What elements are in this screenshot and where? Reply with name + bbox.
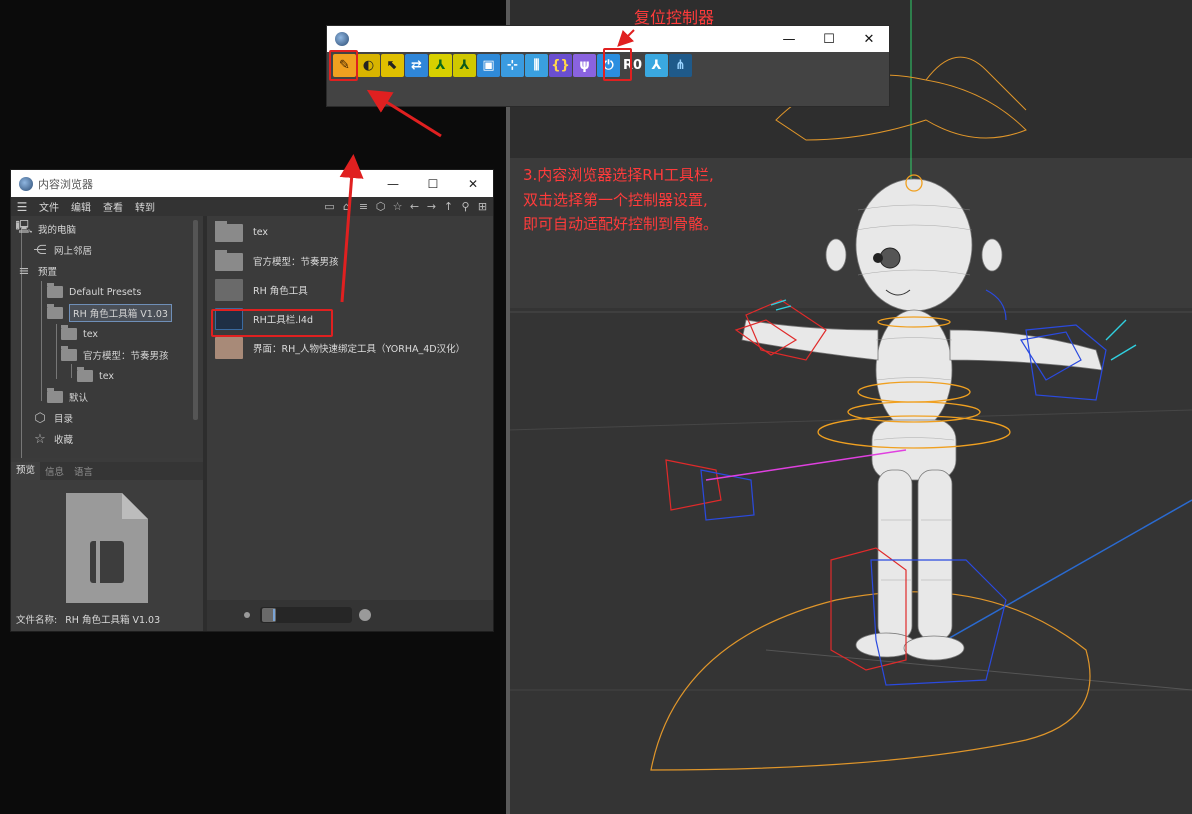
tab-preview[interactable]: 预览 (11, 462, 41, 480)
tree-item-presets[interactable]: ≡ 预置 (15, 261, 57, 281)
folder-icon (215, 250, 243, 271)
rh-transform-icon[interactable]: ⇄ (405, 54, 428, 77)
document-book-icon (66, 493, 148, 603)
close-button[interactable]: ✕ (453, 170, 493, 197)
network-icon: ⋲ (33, 242, 47, 258)
folder-icon (47, 388, 63, 403)
folder-icon (215, 221, 243, 242)
back-arrow-icon[interactable]: ← (407, 198, 422, 214)
list-item-rh-rigging-ui[interactable]: 界面：RH_人物快速绑定工具（YORHA_4D汉化） (207, 334, 487, 362)
screen: — ☐ ✕ ✎ ◐ ⬉ ⇄ ⅄ ⅄ ▣ ⊹ ⫼{} ψ ⏻ R0 ⅄ ⋔ 内容浏览器 — ☐ ✕ ☰ 文件… (0, 0, 1192, 814)
minimize-button[interactable]: — (373, 170, 413, 197)
folder-open-icon (61, 346, 77, 361)
menu-bar: ☰ 文件 编辑 查看 转到 ▭ ⌂ ≡ ⬡ ☆ ← → ↑ ⚲ ⊞ (11, 197, 493, 216)
menu-view[interactable]: 查看 (97, 199, 129, 214)
catalog-icon: ⬡ (34, 410, 46, 426)
thumbnail-size-slider[interactable] (260, 607, 352, 623)
rh-eye-icon[interactable]: ◐ (357, 54, 380, 77)
search-icon[interactable]: ⚲ (458, 198, 473, 214)
content-browser-window: 内容浏览器 — ☐ ✕ ☰ 文件 编辑 查看 转到 ▭ ⌂ ≡ ⬡ ☆ ← → … (11, 170, 493, 631)
rh-select-icon[interactable]: ⬉ (381, 54, 404, 77)
tree-item-tex-sub[interactable]: tex (77, 366, 114, 386)
maximize-button[interactable]: ☐ (413, 170, 453, 197)
highlight-rh-toolbar-file (211, 309, 333, 337)
collapse-icon[interactable]: ▭ (322, 198, 337, 214)
list-item-official-model[interactable]: 官方模型：节奏男孩 (207, 247, 487, 275)
tree-scrollbar[interactable] (193, 220, 198, 420)
list-item-tex[interactable]: tex (207, 218, 487, 246)
file-name-value: RH 角色工具箱 V1.03 (65, 615, 161, 626)
new-window-icon[interactable]: ⊞ (475, 198, 490, 214)
presets-icon: ≡ (18, 263, 30, 279)
file-list: tex 官方模型：节奏男孩 RH 角色工具 RH工具栏.l4d 界面：RH_人物… (207, 216, 493, 596)
image-thumbnail (215, 337, 243, 359)
tree-item-default-presets[interactable]: Default Presets (47, 282, 141, 302)
thumbnail-size-bar (207, 600, 493, 631)
highlight-reset-controller-icon (603, 48, 632, 81)
viewport-divider[interactable] (506, 0, 510, 814)
folder-icon (77, 367, 93, 382)
tree-item-rh-toolbox[interactable]: RH 角色工具箱 V1.03 (47, 303, 172, 323)
star-icon: ☆ (34, 431, 46, 447)
preview-tabs: 预览 信息 语言 (11, 462, 203, 480)
close-button[interactable]: ✕ (849, 26, 889, 52)
up-arrow-icon[interactable]: ↑ (441, 198, 456, 214)
content-browser-titlebar[interactable]: 内容浏览器 — ☐ ✕ (11, 170, 493, 197)
menu-goto[interactable]: 转到 (129, 199, 161, 214)
tree-item-default[interactable]: 默认 (47, 387, 88, 407)
file-name-line: 文件名称: RH 角色工具箱 V1.03 (16, 612, 160, 626)
rh-frame-icon[interactable]: ▣ (477, 54, 500, 77)
rh-brace-icon[interactable]: {} (549, 54, 572, 77)
character-rig-scene (506, 0, 1192, 771)
computer-icon: 🖳 (15, 220, 33, 235)
file-name-label: 文件名称: (16, 615, 58, 626)
tree-item-my-computer[interactable]: 🖳 我的电脑 (15, 219, 76, 239)
preview-panel: 文件名称: RH 角色工具箱 V1.03 (11, 480, 203, 631)
annotation-step3-line3: 即可自动适配好控制到骨骼。 (523, 215, 719, 233)
star-icon[interactable]: ☆ (390, 198, 405, 214)
file-thumbnail (215, 279, 243, 301)
rh-pose-icon[interactable]: ⅄ (645, 54, 668, 77)
cinema4d-app-icon (19, 177, 33, 191)
annotation-step3-line1: 3.内容浏览器选择RH工具栏, (523, 166, 714, 184)
cinema4d-app-icon (335, 32, 349, 46)
folder-open-icon (47, 304, 63, 319)
folder-tree: 🖳 我的电脑 ⋲ 网上邻居 ≡ 预置 Default Presets RH 角色… (11, 216, 203, 458)
rh-toolbar-icons: ✎ ◐ ⬉ ⇄ ⅄ ⅄ ▣ ⊹ ⫼{} ψ ⏻ R0 ⅄ ⋔ (333, 54, 692, 80)
tree-item-catalog[interactable]: ⬡ 目录 (31, 408, 73, 428)
rh-lungs-icon[interactable]: ψ (573, 54, 596, 77)
annotation-step3-line2: 双击选择第一个控制器设置, (523, 191, 708, 209)
tab-info[interactable]: 信息 (40, 464, 69, 478)
minimize-button[interactable]: — (769, 26, 809, 52)
tab-language[interactable]: 语言 (69, 464, 98, 478)
3d-viewport[interactable] (506, 0, 1192, 814)
window-title: 内容浏览器 (38, 178, 93, 191)
rh-figure2-icon[interactable]: ⅄ (453, 54, 476, 77)
large-size-icon[interactable] (359, 609, 371, 621)
folder-icon (61, 325, 77, 340)
hamburger-menu-icon[interactable]: ☰ (11, 200, 33, 214)
folder-icon (47, 283, 63, 298)
tree-item-official-model[interactable]: 官方模型：节奏男孩 (61, 345, 169, 365)
rh-mirror-icon[interactable]: ⫼ (525, 54, 548, 77)
rh-joint-icon[interactable]: ⊹ (501, 54, 524, 77)
rh-figure-icon[interactable]: ⅄ (429, 54, 452, 77)
annotation-reset-controller: 复位控制器 (634, 8, 715, 27)
forward-arrow-icon[interactable]: → (424, 198, 439, 214)
maximize-button[interactable]: ☐ (809, 26, 849, 52)
tree-item-favorites[interactable]: ☆ 收藏 (31, 429, 73, 449)
home-icon[interactable]: ⌂ (339, 198, 354, 214)
rh-node-icon[interactable]: ⋔ (669, 54, 692, 77)
slider-marker (273, 609, 275, 621)
tree-item-network[interactable]: ⋲ 网上邻居 (31, 240, 93, 260)
filter-icon[interactable]: ≡ (356, 198, 371, 214)
catalog-icon[interactable]: ⬡ (373, 198, 388, 214)
list-item-rh-character-tool[interactable]: RH 角色工具 (207, 276, 487, 304)
highlight-first-toolbar-icon (329, 50, 358, 81)
menu-edit[interactable]: 编辑 (65, 199, 97, 214)
menu-file[interactable]: 文件 (33, 199, 65, 214)
small-size-icon[interactable] (244, 612, 250, 618)
tree-item-tex[interactable]: tex (61, 324, 98, 344)
